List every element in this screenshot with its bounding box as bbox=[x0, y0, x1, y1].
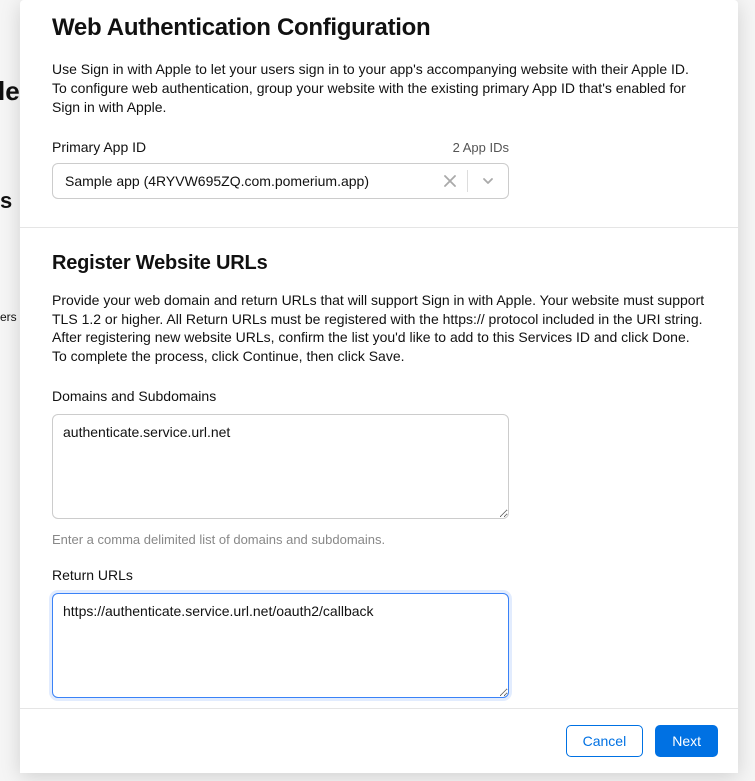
cancel-button[interactable]: Cancel bbox=[566, 725, 644, 757]
modal-body: Web Authentication Configuration Use Sig… bbox=[20, 0, 738, 708]
domains-textarea[interactable] bbox=[52, 414, 509, 519]
return-urls-label: Return URLs bbox=[52, 567, 706, 583]
backdrop-fragment: s bbox=[0, 188, 12, 214]
register-urls-description: Provide your web domain and return URLs … bbox=[52, 291, 706, 367]
return-urls-textarea[interactable] bbox=[52, 593, 509, 698]
backdrop-fragment: le bbox=[0, 76, 20, 107]
domains-label: Domains and Subdomains bbox=[52, 388, 706, 404]
next-button[interactable]: Next bbox=[655, 725, 718, 757]
app-ids-count: 2 App IDs bbox=[453, 140, 509, 155]
primary-app-id-row: Primary App ID 2 App IDs bbox=[52, 139, 509, 155]
web-auth-config-modal: Web Authentication Configuration Use Sig… bbox=[20, 0, 738, 773]
chevron-down-icon[interactable] bbox=[468, 174, 508, 188]
primary-app-id-select[interactable]: Sample app (4RYVW695ZQ.com.pomerium.app) bbox=[52, 163, 509, 199]
primary-app-id-value: Sample app (4RYVW695ZQ.com.pomerium.app) bbox=[53, 173, 433, 189]
section-divider bbox=[20, 227, 738, 228]
primary-app-id-label: Primary App ID bbox=[52, 139, 146, 155]
modal-title: Web Authentication Configuration bbox=[52, 14, 706, 42]
domains-hint: Enter a comma delimited list of domains … bbox=[52, 532, 706, 547]
backdrop-fragment: ers bbox=[0, 310, 17, 324]
register-urls-title: Register Website URLs bbox=[52, 252, 706, 275]
modal-description: Use Sign in with Apple to let your users… bbox=[52, 60, 706, 117]
clear-icon[interactable] bbox=[433, 175, 467, 187]
modal-footer: Cancel Next bbox=[20, 708, 738, 773]
